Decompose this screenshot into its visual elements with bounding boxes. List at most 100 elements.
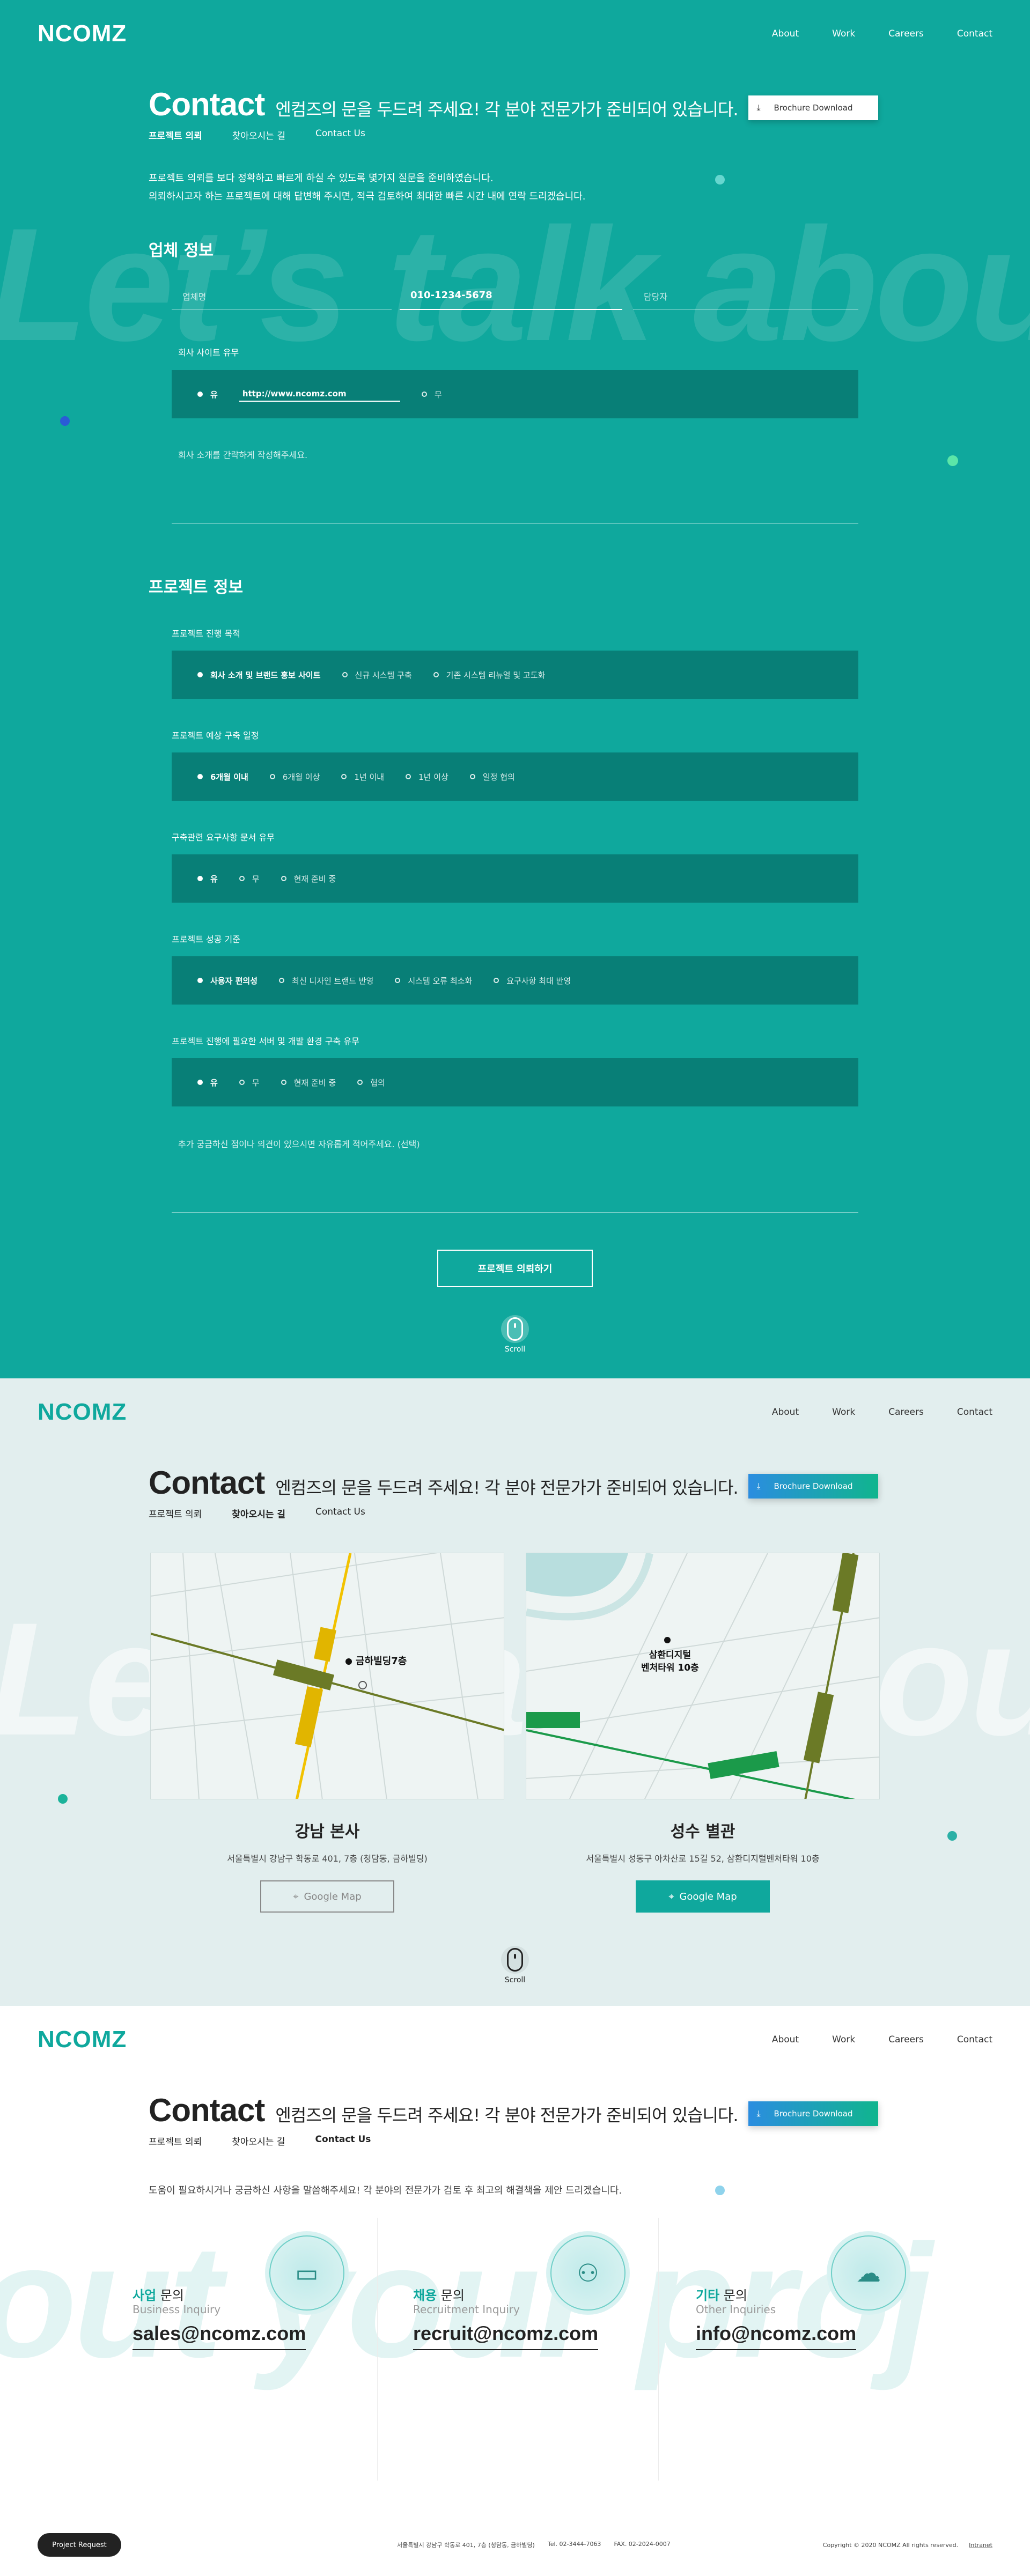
menu-work[interactable]: Work [832, 1407, 855, 1418]
email-link[interactable]: recruit@ncomz.com [413, 2322, 599, 2350]
option-radio[interactable]: 요구사항 최대 반영 [494, 975, 571, 986]
tab-contact-us[interactable]: Contact Us [315, 2134, 371, 2147]
option-radio[interactable]: 6개월 이내 [197, 771, 248, 783]
tab-contact-us[interactable]: Contact Us [315, 128, 365, 142]
inquiry-subtitle: Other Inquiries [696, 2303, 776, 2316]
main-menu: About Work Careers Contact [772, 28, 992, 39]
office-name: 성수 별관 [670, 1822, 735, 1841]
option-radio[interactable]: 시스템 오류 최소화 [395, 975, 472, 986]
google-map-button[interactable]: ⌖ Google Map [260, 1880, 394, 1913]
decor-dot [715, 175, 725, 184]
site-label: 회사 사이트 유무 [178, 348, 239, 358]
schedule-options: 6개월 이내 6개월 이상 1년 이내 1년 이상 일정 협의 [172, 752, 858, 801]
option-radio[interactable]: 1년 이상 [406, 771, 448, 783]
group-label: 프로젝트 진행 목적 [172, 629, 240, 639]
option-radio[interactable]: 무 [239, 873, 260, 884]
contact-tabs: 프로젝트 의뢰 찾아오시는 길 Contact Us [149, 128, 878, 142]
contact-tabs: 프로젝트 의뢰 찾아오시는 길 Contact Us [149, 1507, 878, 1520]
option-radio[interactable]: 협의 [357, 1077, 385, 1088]
option-radio[interactable]: 현재 준비 중 [281, 1077, 336, 1088]
option-radio[interactable]: 일정 협의 [469, 771, 515, 783]
menu-careers[interactable]: Careers [888, 2034, 924, 2045]
option-radio[interactable]: 유 [197, 873, 218, 884]
project-request-button[interactable]: Project Request [38, 2533, 121, 2557]
option-radio[interactable]: 신규 시스템 구축 [342, 669, 412, 681]
seongsu-map[interactable]: 삼환디지털 벤처타워 10층 [526, 1553, 880, 1799]
brochure-label: Brochure Download [774, 1481, 853, 1491]
menu-work[interactable]: Work [832, 2034, 855, 2045]
extra-comments-textarea[interactable]: 추가 궁금하신 점이나 의견이 있으시면 자유롭게 적어주세요. (선택) [178, 1137, 420, 1150]
company-name-input[interactable]: 업체명 [172, 283, 392, 310]
intro-line-1: 프로젝트 의뢰를 보다 정확하고 빠르게 하실 수 있도록 몇가지 질문을 준비… [149, 173, 494, 184]
tab-contact-us[interactable]: Contact Us [315, 1507, 365, 1520]
map-graphic [151, 1553, 504, 1799]
menu-contact[interactable]: Contact [957, 2034, 992, 2045]
project-info-heading: 프로젝트 정보 [149, 578, 244, 597]
page-title: Contact [149, 86, 265, 122]
tab-directions[interactable]: 찾아오시는 길 [232, 1507, 285, 1520]
menu-careers[interactable]: Careers [888, 1407, 924, 1418]
page-header: Contact 엔컴즈의 문을 두드려 주세요! 각 분야 전문가가 준비되어 … [149, 2092, 878, 2147]
intranet-link[interactable]: Intranet [969, 2542, 992, 2549]
option-radio[interactable]: 회사 소개 및 브랜드 홍보 사이트 [197, 669, 321, 681]
company-info-heading: 업체 정보 [149, 241, 214, 260]
menu-work[interactable]: Work [832, 28, 855, 39]
manager-input[interactable]: 담당자 [633, 283, 858, 310]
tab-directions[interactable]: 찾아오시는 길 [232, 128, 285, 142]
phone-input[interactable]: 010-1234-5678 [400, 283, 622, 310]
tab-directions[interactable]: 찾아오시는 길 [232, 2134, 285, 2147]
brochure-download-button[interactable]: ⤓ Brochure Download [748, 95, 878, 120]
scroll-indicator[interactable]: Scroll [499, 1315, 531, 1354]
menu-about[interactable]: About [772, 2034, 799, 2045]
group-label: 구축관련 요구사항 문서 유무 [172, 832, 275, 843]
submit-project-button[interactable]: 프로젝트 의뢰하기 [437, 1250, 593, 1287]
option-radio[interactable]: 현재 준비 중 [281, 873, 336, 884]
decor-dot [60, 416, 70, 426]
page-subtitle: 엔컴즈의 문을 두드려 주세요! 각 분야 전문가가 준비되어 있습니다. [275, 99, 738, 120]
footer: Project Request 서울특별시 강남구 학동로 401, 7층 (청… [0, 2529, 1030, 2561]
page-header: Contact 엔컴즈의 문을 두드려 주세요! 각 분야 전문가가 준비되어 … [149, 1464, 878, 1520]
inquiry-subtitle: Recruitment Inquiry [413, 2303, 520, 2316]
menu-about[interactable]: About [772, 28, 799, 39]
monitor-icon: ▭ [265, 2231, 349, 2315]
office-seongsu: 성수 별관 서울특별시 성동구 아차산로 15길 52, 삼환디지털벤처타워 1… [526, 1818, 880, 1913]
site-yes-radio[interactable]: 유 [197, 389, 218, 400]
brochure-download-button[interactable]: ⤓ Brochure Download [748, 1474, 878, 1499]
logo[interactable]: NCOMZ [38, 2026, 127, 2053]
menu-contact[interactable]: Contact [957, 1407, 992, 1418]
site-no-radio[interactable]: 무 [421, 389, 442, 400]
scroll-indicator[interactable]: Scroll [499, 1946, 531, 1984]
email-link[interactable]: info@ncomz.com [696, 2322, 857, 2350]
option-radio[interactable]: 최신 디자인 트랜드 반영 [279, 975, 373, 986]
logo[interactable]: NCOMZ [38, 20, 127, 47]
logo[interactable]: NCOMZ [38, 1399, 127, 1426]
option-radio[interactable]: 1년 이내 [341, 771, 384, 783]
company-intro-textarea[interactable]: 회사 소개를 간략하게 작성해주세요. [178, 448, 307, 461]
tab-project-request[interactable]: 프로젝트 의뢰 [149, 128, 202, 142]
brochure-download-button[interactable]: ⤓ Brochure Download [748, 2101, 878, 2126]
gangnam-map[interactable]: 금하빌딩7층 [150, 1553, 504, 1799]
contact-us-section: out your proj NCOMZ About Work Careers C… [0, 2006, 1030, 2576]
site-url-input[interactable]: http://www.ncomz.com [239, 387, 400, 402]
option-radio[interactable]: 사용자 편의성 [197, 975, 258, 986]
menu-careers[interactable]: Careers [888, 28, 924, 39]
tab-project-request[interactable]: 프로젝트 의뢰 [149, 2134, 202, 2147]
inquiry-title: 채용 문의 [413, 2288, 465, 2303]
brochure-label: Brochure Download [774, 103, 853, 113]
main-menu: About Work Careers Contact [772, 1407, 992, 1418]
email-link[interactable]: sales@ncomz.com [133, 2322, 306, 2350]
option-radio[interactable]: 6개월 이상 [269, 771, 320, 783]
page-subtitle: 엔컴즈의 문을 두드려 주세요! 각 분야 전문가가 준비되어 있습니다. [275, 1478, 738, 1498]
option-radio[interactable]: 기존 시스템 리뉴얼 및 고도화 [433, 669, 545, 681]
success-criteria-options: 사용자 편의성 최신 디자인 트랜드 반영 시스템 오류 최소화 요구사항 최대… [172, 956, 858, 1005]
menu-about[interactable]: About [772, 1407, 799, 1418]
decor-dot [947, 455, 958, 466]
decor-dot [58, 1794, 68, 1804]
option-radio[interactable]: 유 [197, 1077, 218, 1088]
intro-text: 프로젝트 의뢰를 보다 정확하고 빠르게 하실 수 있도록 몇가지 질문을 준비… [149, 169, 585, 206]
footer-fax: FAX. 02-2024-0007 [614, 2541, 671, 2548]
tab-project-request[interactable]: 프로젝트 의뢰 [149, 1507, 202, 1520]
google-map-button[interactable]: ⌖ Google Map [636, 1880, 770, 1913]
option-radio[interactable]: 무 [239, 1077, 260, 1088]
menu-contact[interactable]: Contact [957, 28, 992, 39]
